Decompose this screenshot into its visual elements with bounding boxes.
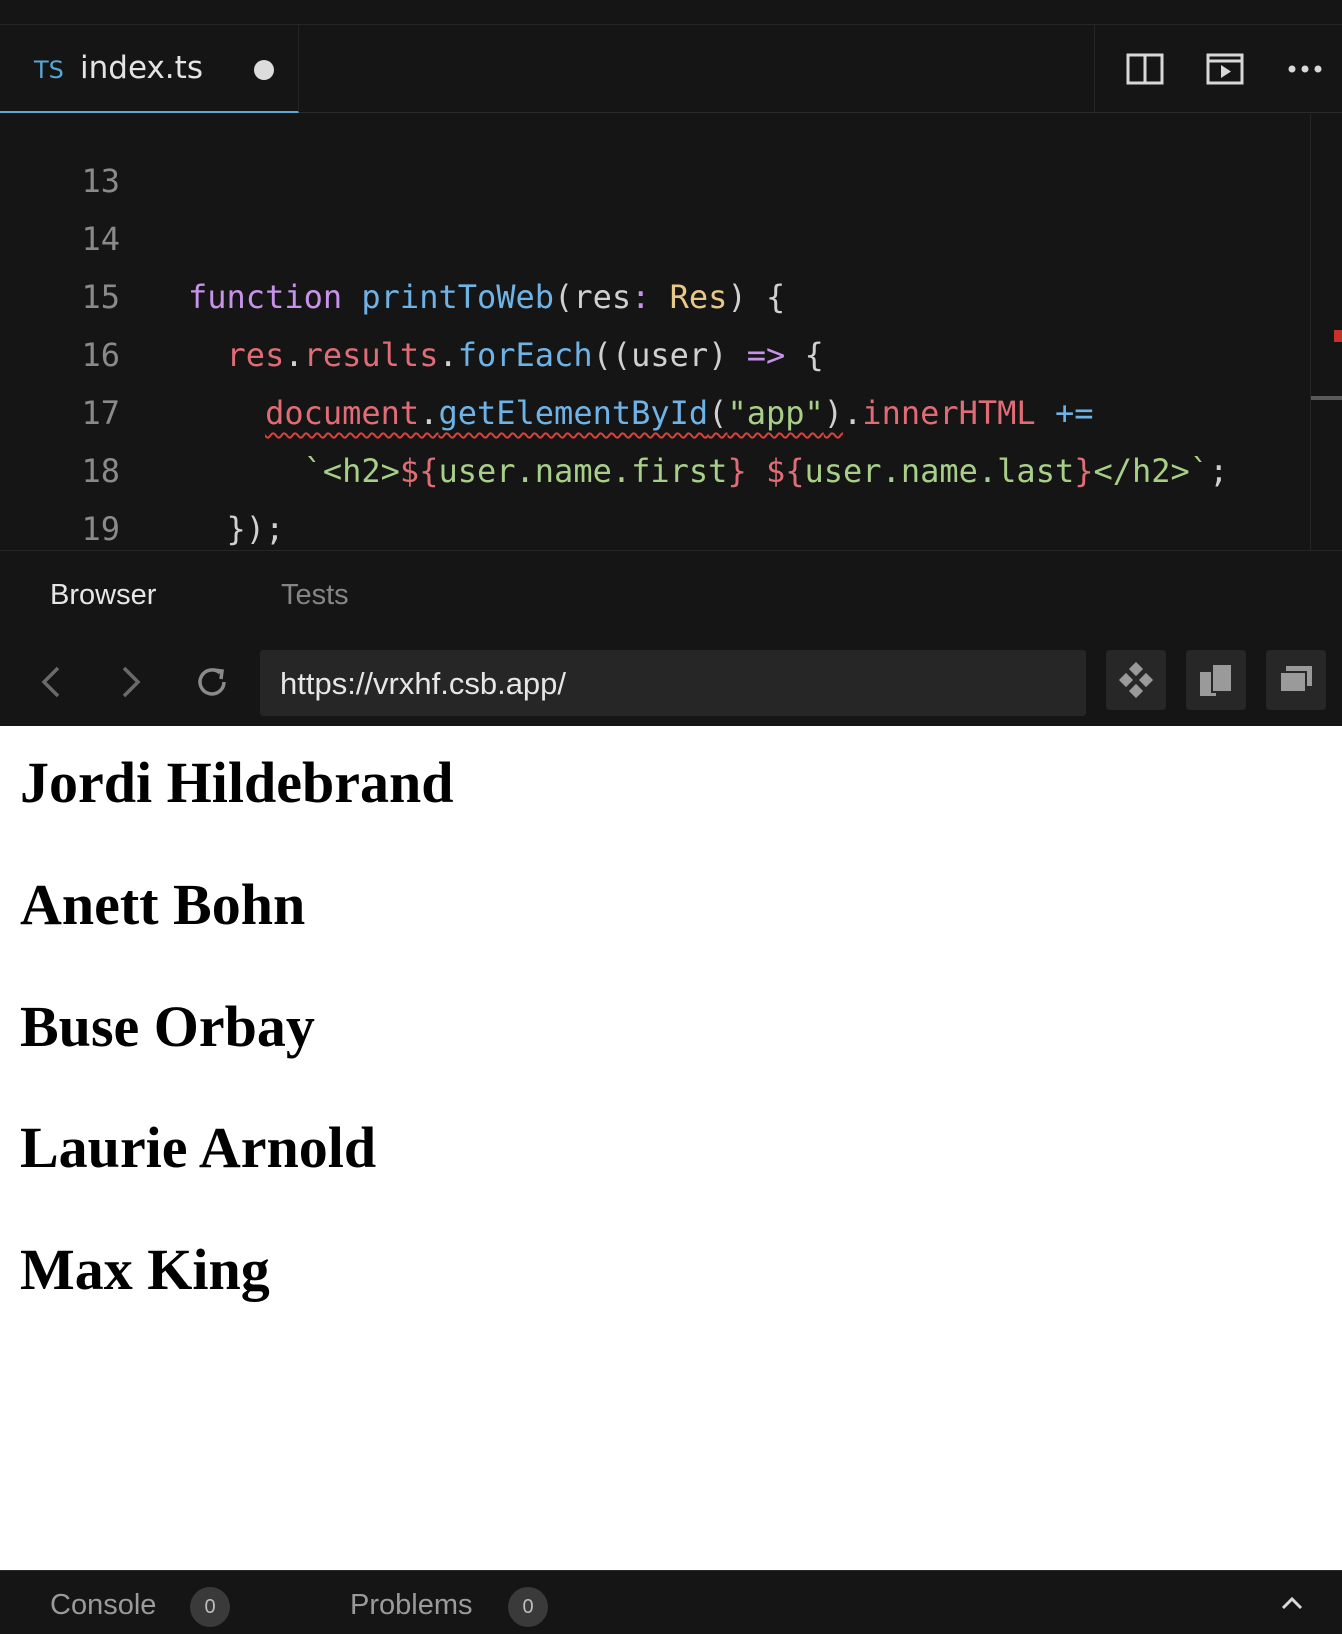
user-heading: Buse Orbay [20, 994, 315, 1059]
console-tab[interactable]: Console [50, 1589, 156, 1622]
problems-tab[interactable]: Problems [350, 1589, 473, 1622]
preview-icon[interactable] [1205, 49, 1245, 89]
forward-icon[interactable] [108, 660, 152, 704]
codesandbox-button[interactable] [1106, 650, 1166, 710]
unsaved-dot-icon[interactable] [254, 60, 274, 80]
console-count-badge: 0 [190, 1587, 230, 1627]
user-heading: Anett Bohn [20, 872, 306, 937]
problems-count-badge: 0 [508, 1587, 548, 1627]
editor-tab-bar: TS index.ts [0, 25, 1342, 113]
scrollbar-thumb[interactable] [1311, 396, 1342, 400]
bottom-status-bar: Console 0 Problems 0 [0, 1570, 1342, 1634]
code-line: 14 function printToWeb(res: Res) { [0, 152, 1310, 316]
code-line: 15 res.results.forEach((user) => { [0, 210, 1310, 374]
preview-panel-tabs: Browser Tests [0, 550, 1342, 642]
responsive-icon [1200, 663, 1233, 696]
browser-preview: Jordi Hildebrand Anett Bohn Buse Orbay L… [0, 726, 1342, 1570]
back-icon[interactable] [30, 660, 74, 704]
tab-browser[interactable]: Browser [50, 579, 156, 612]
code-line: 18 }); [0, 384, 1310, 548]
more-icon[interactable] [1285, 49, 1325, 89]
code-line: 20 [0, 500, 1310, 550]
scrollbar-track [1310, 114, 1311, 550]
open-new-window-button[interactable] [1266, 650, 1326, 710]
codesandbox-icon [1118, 662, 1154, 698]
open-new-window-icon [1279, 666, 1312, 693]
browser-toolbar: https://vrxhf.csb.app/ [0, 642, 1342, 726]
code-line: 19 } [0, 442, 1310, 548]
tab-filename: index.ts [80, 50, 203, 86]
window-top-strip [0, 0, 1342, 25]
typescript-file-icon: TS [34, 56, 64, 84]
code-line: 13 [0, 114, 1310, 200]
url-text: https://vrxhf.csb.app/ [280, 666, 567, 701]
tab-index-ts[interactable]: TS index.ts [0, 25, 299, 113]
user-heading: Max King [20, 1237, 270, 1302]
code-editor[interactable]: 13 14 function printToWeb(res: Res) { 15… [0, 114, 1342, 550]
code-line: 17 `<h2>${user.name.first} ${user.name.l… [0, 326, 1310, 490]
user-heading: Laurie Arnold [20, 1115, 377, 1180]
user-heading: Jordi Hildebrand [20, 750, 454, 815]
tab-tests[interactable]: Tests [281, 579, 349, 612]
responsive-button[interactable] [1186, 650, 1246, 710]
editor-actions [1094, 25, 1342, 113]
reload-icon[interactable] [190, 660, 234, 704]
code-line: 16 document.getElementById("app").innerH… [0, 268, 1310, 432]
split-editor-icon[interactable] [1125, 49, 1165, 89]
error-marker[interactable] [1334, 330, 1342, 342]
url-input[interactable]: https://vrxhf.csb.app/ [260, 650, 1086, 716]
chevron-up-icon[interactable] [1278, 1589, 1306, 1617]
